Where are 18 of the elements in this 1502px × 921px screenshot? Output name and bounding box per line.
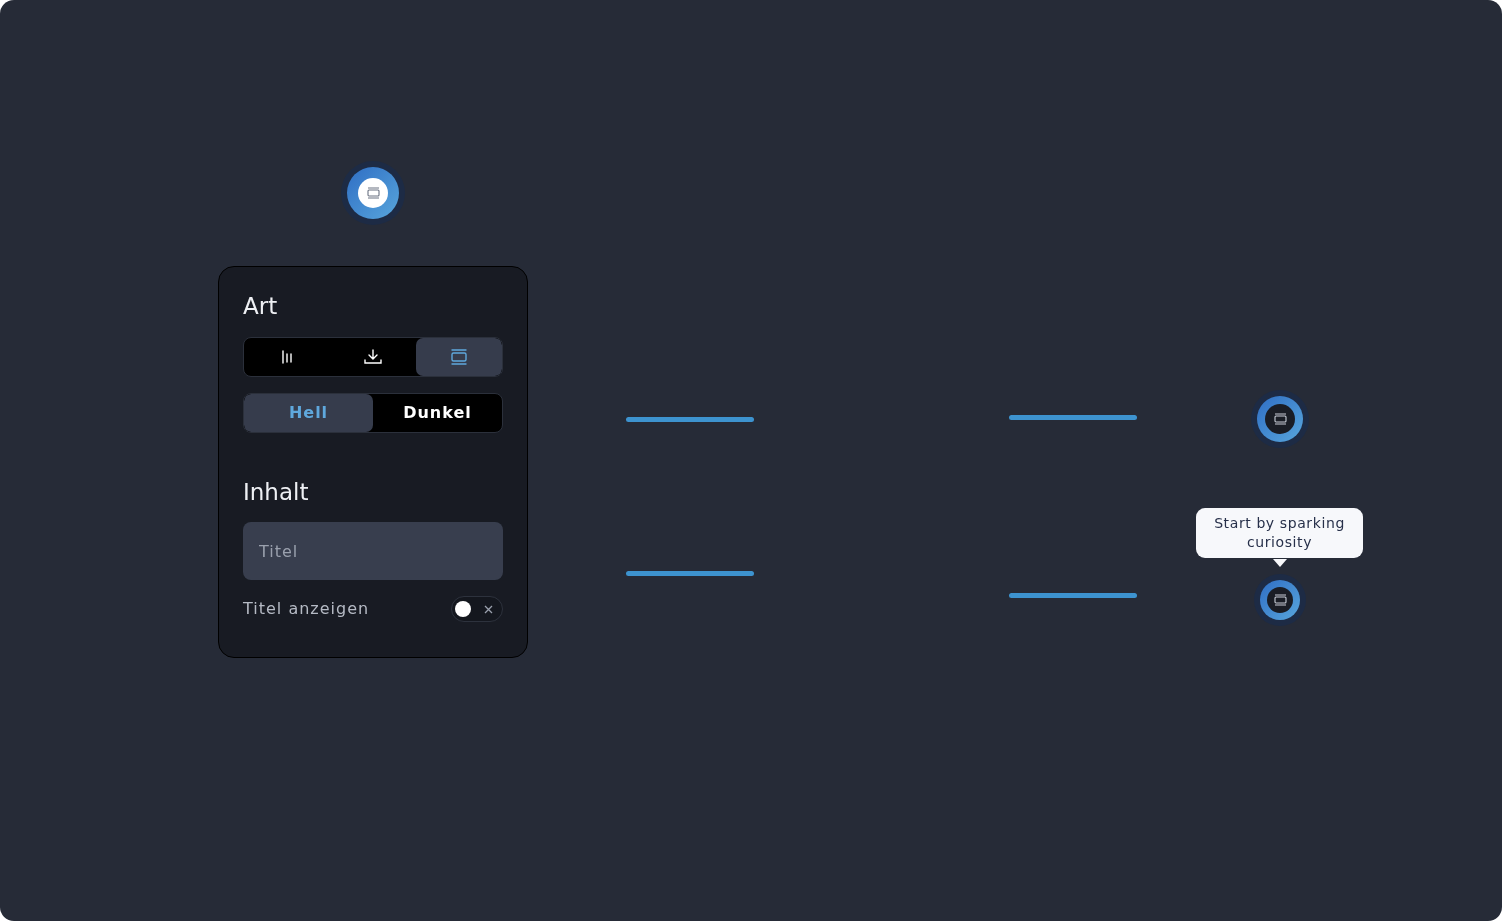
toggle-label: Titel anzeigen [243,598,370,621]
section-title: Inhalt [243,478,310,507]
bars-icon [281,349,293,364]
hotspot-marker[interactable] [1254,574,1306,626]
tooltip-pointer [1273,559,1287,567]
type-option[interactable] [416,337,502,376]
title-field[interactable]: Titel [243,522,503,581]
card-icon [450,348,468,365]
theme-option[interactable]: Hell [244,393,373,432]
section-title: Art [243,293,279,321]
card-icon [1273,594,1287,606]
toggle-switch[interactable] [451,596,503,623]
download-icon [364,348,382,365]
tooltip: Start by sparking curiosity [1196,508,1363,558]
card-icon [1273,413,1287,425]
card-icon [366,187,380,199]
close-icon [484,604,493,614]
theme-option[interactable]: Dunkel [373,393,502,432]
